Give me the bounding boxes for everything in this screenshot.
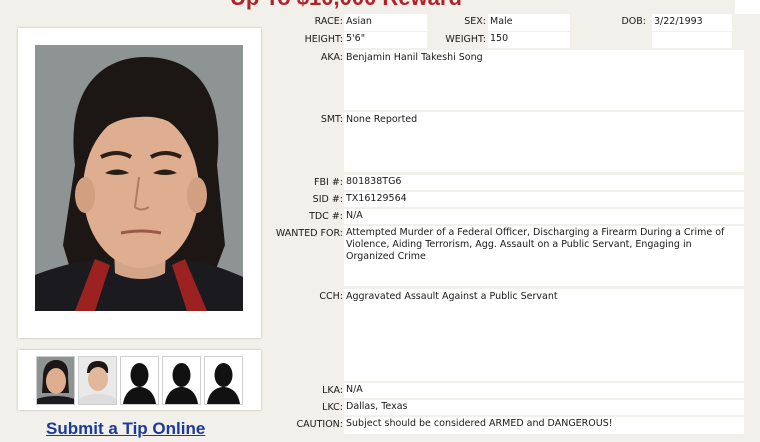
wanted-for-label: WANTED FOR: (275, 228, 343, 239)
fbi-value: 801838TG6 (344, 175, 744, 190)
mugshot-card (18, 28, 261, 338)
silhouette-thumbnail-3[interactable] (204, 356, 243, 405)
race-value: Asian (344, 14, 427, 31)
smt-value: None Reported (344, 112, 744, 172)
suspect-photo-thumbnail-1[interactable] (36, 356, 75, 405)
sid-value: TX16129564 (344, 192, 744, 207)
dob-label: DOB: (621, 16, 646, 27)
race-label: RACE: (314, 16, 343, 27)
tdc-label: TDC #: (309, 211, 343, 222)
weight-value: 150 (488, 32, 570, 48)
blank-cell (652, 32, 732, 48)
mugshot-photo[interactable] (35, 45, 243, 311)
photo-thumbnails (18, 350, 261, 410)
sid-label: SID #: (312, 194, 343, 205)
silhouette-thumbnail-1[interactable] (120, 356, 159, 405)
mugshot-illustration (35, 45, 243, 311)
tdc-value: N/A (344, 209, 744, 224)
cch-value: Aggravated Assault Against a Public Serv… (344, 289, 744, 381)
height-label: HEIGHT: (304, 34, 343, 45)
thumbnail-face-2-icon (79, 357, 116, 404)
reward-banner: Up To $10,000 Reward (230, 0, 490, 10)
lkc-value: Dallas, Texas (344, 400, 744, 415)
caution-value: Subject should be considered ARMED and D… (344, 417, 744, 434)
sex-value: Male (488, 14, 570, 31)
wanted-for-value: Attempted Murder of a Federal Officer, D… (344, 226, 744, 286)
dob-value: 3/22/1993 (652, 14, 732, 31)
silhouette-icon (121, 357, 158, 404)
smt-label: SMT: (320, 114, 343, 125)
lka-label: LKA: (322, 385, 343, 396)
sex-label: SEX: (464, 16, 486, 27)
lkc-label: LKC: (322, 402, 343, 413)
caution-label: CAUTION: (296, 419, 343, 430)
weight-label: WEIGHT: (445, 34, 486, 45)
cch-label: CCH: (319, 291, 343, 302)
silhouette-thumbnail-2[interactable] (162, 356, 201, 405)
submit-tip-link[interactable]: Submit a Tip Online (46, 419, 205, 439)
silhouette-icon (205, 357, 242, 404)
aka-value: Benjamin Hanil Takeshi Song (344, 50, 744, 110)
height-value: 5'6" (344, 32, 427, 48)
suspect-photo-thumbnail-2[interactable] (78, 356, 117, 405)
lka-value: N/A (344, 383, 744, 398)
aka-label: AKA: (320, 52, 343, 63)
fbi-label: FBI #: (314, 177, 343, 188)
top-right-blank (735, 0, 760, 14)
silhouette-icon (163, 357, 200, 404)
thumbnail-face-1-icon (37, 357, 74, 404)
